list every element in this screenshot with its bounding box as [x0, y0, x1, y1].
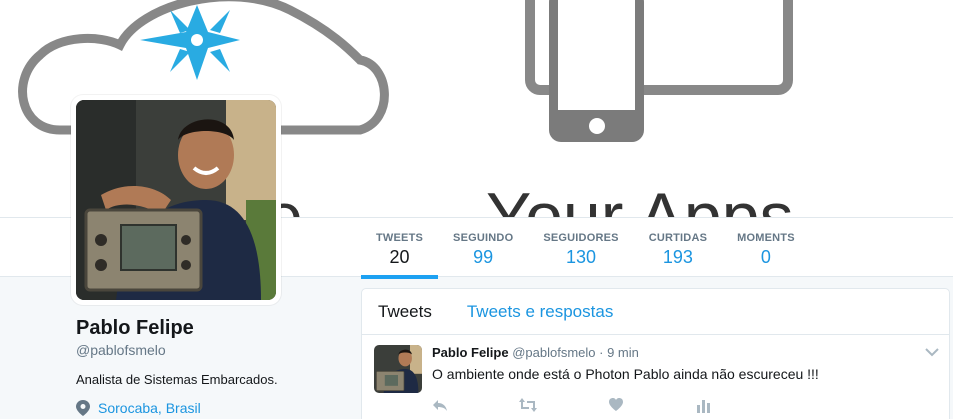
retweet-icon[interactable] — [519, 397, 537, 413]
stat-label: TWEETS — [376, 232, 424, 244]
profile-handle[interactable]: @pablofsmelo — [76, 341, 336, 359]
stat-followers[interactable]: SEGUIDORES 130 — [528, 218, 633, 278]
tweet-author-handle[interactable]: @pablofsmelo — [512, 345, 595, 360]
stat-value: 193 — [662, 247, 693, 267]
stat-following[interactable]: SEGUINDO 99 — [438, 218, 528, 278]
banner-text-right: Your Apps — [486, 179, 794, 217]
profile-location-text: Sorocaba, Brasil — [98, 400, 201, 416]
stat-moments[interactable]: MOMENTS 0 — [722, 218, 810, 278]
analytics-icon[interactable] — [695, 397, 711, 413]
tweet-avatar[interactable] — [374, 345, 422, 393]
stat-label: CURTIDAS — [648, 232, 708, 244]
chevron-down-icon[interactable] — [925, 347, 939, 357]
tweet-header: Pablo Felipe @pablofsmelo · 9 min — [432, 345, 932, 361]
tweet[interactable]: Pablo Felipe @pablofsmelo · 9 min O ambi… — [362, 335, 949, 419]
tweet-text: O ambiente onde está o Photon Pablo aind… — [432, 366, 819, 382]
avatar-photo — [76, 100, 276, 300]
timeline: Tweets Tweets e respostas Pablo Felipe @… — [361, 288, 950, 419]
stat-likes[interactable]: CURTIDAS 193 — [634, 218, 722, 278]
profile-stats: TWEETS 20 SEGUINDO 99 SEGUIDORES 130 CUR… — [361, 218, 810, 279]
profile-location[interactable]: Sorocaba, Brasil — [76, 400, 336, 416]
map-pin-icon — [76, 400, 90, 416]
tab-tweets-and-replies[interactable]: Tweets e respostas — [467, 289, 613, 334]
stat-value: 0 — [760, 247, 771, 267]
profile-page: le Your Apps TWEETS 20 SEGUINDO 99 SEGUI… — [0, 0, 953, 419]
tweet-timestamp[interactable]: 9 min — [607, 345, 639, 360]
tab-tweets[interactable]: Tweets — [378, 289, 432, 334]
tweet-author-name[interactable]: Pablo Felipe — [432, 345, 509, 360]
stat-label: MOMENTS — [737, 232, 795, 244]
reply-icon[interactable] — [432, 397, 448, 413]
tweet-separator: · — [599, 345, 604, 360]
stat-label: SEGUINDO — [453, 232, 514, 244]
stat-value: 20 — [389, 247, 410, 267]
stat-value: 130 — [565, 247, 597, 267]
profile-avatar[interactable] — [71, 95, 281, 305]
timeline-tabs: Tweets Tweets e respostas — [362, 289, 949, 335]
stat-label: SEGUIDORES — [543, 232, 619, 244]
profile-bio: Analista de Sistemas Embarcados. — [76, 372, 278, 387]
phone-icon — [549, 0, 644, 142]
stat-value: 99 — [473, 247, 494, 267]
tweet-actions — [432, 397, 782, 413]
tweet-body: Pablo Felipe @pablofsmelo · 9 min O ambi… — [432, 345, 932, 384]
profile-name[interactable]: Pablo Felipe — [76, 316, 336, 340]
profile-card: Pablo Felipe @pablofsmelo Analista de Si… — [76, 316, 336, 416]
tweet-avatar-photo — [374, 345, 422, 393]
heart-icon[interactable] — [608, 397, 624, 413]
stat-tweets[interactable]: TWEETS 20 — [361, 218, 439, 279]
